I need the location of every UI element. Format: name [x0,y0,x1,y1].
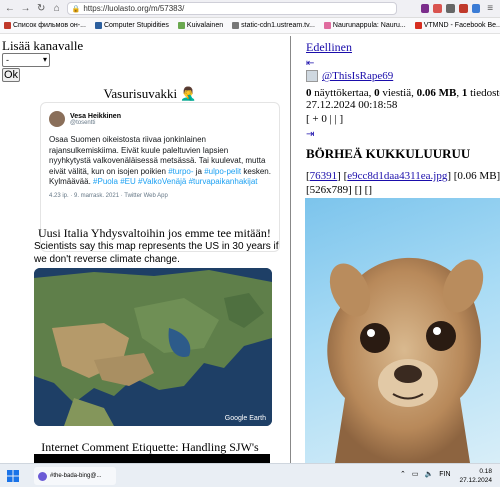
post-timestamp: 27.12.2024 00:18:58 [306,99,398,111]
chevron-down-icon: ▾ [42,55,47,64]
extension-icon[interactable] [471,4,481,13]
post-number-link[interactable]: 76391 [310,170,338,182]
url-bar[interactable]: 🔒 https://luolasto.org/m/57383/ [66,2,397,15]
bookmark-item[interactable]: Computer Stupidities [94,22,169,29]
bookmark-item[interactable]: Список фильмов он-... [4,22,86,29]
bookmark-item[interactable]: Naurunappula: Nauru... [323,22,406,29]
video-thumbnail[interactable] [34,454,270,463]
taskbar: #the-bada-bing@... ⌃ ▭ 🔈 FIN 0.18 27.12.… [0,463,500,487]
filesize: [0.06 MB] [453,170,500,182]
url-text: https://luolasto.org/m/57383/ [83,4,185,13]
left-page: Lisää kanavalle - ▾ Ok Vasurisuvakki 🤦‍♂… [0,36,290,463]
chevron-up-icon[interactable]: ⌃ [400,470,406,478]
bookmark-label: static-cdn1.ustream.tv... [241,22,315,29]
extension-icon[interactable] [446,4,455,13]
map-graphic [34,268,272,426]
bookmark-item[interactable]: VTMND - Facebook Be... [414,22,500,29]
tweet-handle: @tosentti [70,119,96,126]
language-indicator[interactable]: FIN [439,471,450,478]
bookmark-label: Kuivalainen [186,22,224,29]
frame-divider[interactable] [290,36,291,463]
bookmark-icon [177,22,185,29]
taskbar-app-item[interactable]: #the-bada-bing@... [34,467,116,485]
bookmark-label: Computer Stupidities [103,22,169,29]
menu-icon[interactable]: ≡ [484,3,496,15]
app-icon [38,471,47,481]
post-title: Uusi Italia Yhdysvaltoihin jos emme tee … [38,226,271,240]
bookmark-icon [323,22,331,29]
system-tray: ⌃ ▭ 🔈 FIN [400,470,451,479]
taskbar-app-label: #the-bada-bing@... [50,473,102,479]
volume-icon[interactable]: 🔈 [425,470,434,478]
browser-toolbar: ← → ↻ ⌂ 🔒 https://luolasto.org/m/57383/ … [0,0,500,18]
extension-icon[interactable] [420,4,430,13]
alpaca-photo[interactable] [305,198,500,463]
bookmark-icon [232,22,240,29]
bookmark-label: Naurunappula: Nauru... [332,22,406,29]
tweet-author: Vesa Heikkinen [70,112,121,120]
bookmark-label: Список фильмов он-... [13,22,86,29]
post-headline: BÖRHEÄ KUKKULUURUU [306,146,471,161]
reload-icon[interactable]: ↻ [35,3,47,15]
avatar [49,111,65,127]
bookmark-label: VTMND - Facebook Be... [423,22,500,29]
lock-icon: 🔒 [71,5,81,13]
last-arrow-icon[interactable]: ⇥ [306,129,314,140]
tweet-date: 4.23 ip. · 9. marrask. 2021 · Twitter We… [49,192,168,199]
ok-button[interactable]: Ok [2,68,20,82]
filename-link[interactable]: e9cc8d1daa4311ea.jpg [347,170,447,182]
username-link[interactable]: @ThisIsRape69 [322,70,393,82]
board-title: Vasurisuvakki 🤦‍♂️ [103,86,197,101]
alpaca-graphic [327,257,484,463]
bookmark-icon [94,22,102,29]
network-icon[interactable]: ▭ [412,470,419,478]
user-icon [306,70,318,82]
bookmarks-bar: Список фильмов он-... Computer Stupiditie… [0,18,500,34]
back-icon[interactable]: ← [4,3,16,15]
image-dimensions: [526x789] [] [] [306,184,372,196]
file-info: [76391] [e9cc8d1daa4311ea.jpg] [0.06 MB] [306,170,500,182]
clock-date: 27.12.2024 [459,477,492,484]
bookmark-item[interactable]: Kuivalainen [177,22,224,29]
right-page: Edellinen ⇤ @ThisIsRape69 0 näyttökertaa… [300,36,500,463]
first-arrow-icon[interactable]: ⇤ [306,58,314,69]
map-image[interactable]: Google Earth [34,268,272,426]
add-to-channel-label: Lisää kanavalle [2,38,84,53]
map-caption: Google Earth [224,415,266,422]
bookmark-icon [414,22,422,29]
extension-icon[interactable] [458,4,468,13]
bookmark-item[interactable]: static-cdn1.ustream.tv... [232,22,315,29]
vote-nav[interactable]: [ + 0 | | ] [306,113,343,125]
clock[interactable]: 0.18 27.12.2024 [459,467,492,485]
tweet-body: Osaa Suomen oikeistosta riivaa jonkinlai… [49,135,271,186]
extension-icon[interactable] [433,4,443,13]
previous-link[interactable]: Edellinen [306,40,352,55]
post-subtitle: Scientists say this map represents the U… [34,241,279,265]
home-icon[interactable]: ⌂ [51,3,63,15]
windows-start-icon[interactable] [7,470,19,482]
post-title: Internet Comment Etiquette: Handling SJW… [41,440,259,454]
clock-time: 0.18 [479,468,492,475]
post-stats: 0 näyttökertaa, 0 viestiä, 0.06 MB, 1 ti… [306,87,500,99]
bookmark-icon [4,22,11,29]
channel-select[interactable]: - ▾ [2,53,50,67]
forward-icon[interactable]: → [20,3,32,15]
